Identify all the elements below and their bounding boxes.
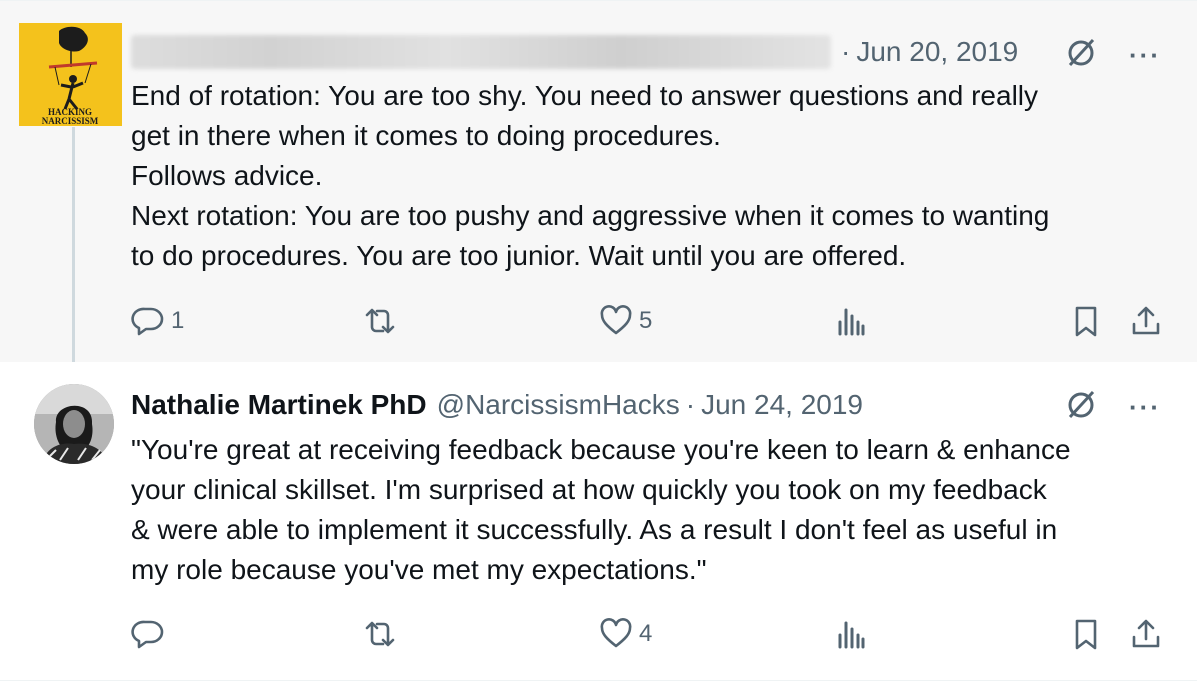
- hacking-narcissism-logo-icon: HACKING NARCISSISM: [19, 23, 122, 126]
- heart-icon: [600, 305, 632, 335]
- more-options-icon[interactable]: ···: [1129, 40, 1161, 71]
- blurred-author-name: [131, 35, 831, 69]
- thread-connector-line: [72, 127, 75, 363]
- tweet-text-line: End of rotation: You are too shy. You ne…: [131, 80, 1039, 111]
- avatar[interactable]: HACKING NARCISSISM: [19, 23, 122, 126]
- reply-tweet[interactable]: Nathalie Martinek PhD @NarcissismHacks ·…: [0, 362, 1197, 681]
- share-button[interactable]: [1129, 303, 1163, 339]
- tweet-text-line: Next rotation: You are too pushy and agg…: [131, 200, 1050, 231]
- parent-tweet[interactable]: HACKING NARCISSISM · Jun 20, 2019 ··· En…: [0, 0, 1197, 363]
- tweet-date[interactable]: Jun 24, 2019: [701, 389, 863, 421]
- reply-icon: [131, 620, 164, 649]
- action-bar: 4: [131, 616, 1166, 652]
- separator-dot: ·: [685, 389, 696, 420]
- analytics-icon: [838, 621, 865, 649]
- svg-text:NARCISSISM: NARCISSISM: [42, 116, 99, 126]
- tweet-text-line: my role because you've met my expectatio…: [131, 554, 707, 585]
- more-options-icon[interactable]: ···: [1129, 392, 1161, 423]
- bookmark-button[interactable]: [1069, 303, 1103, 339]
- share-icon: [1132, 306, 1160, 335]
- views-button[interactable]: [834, 616, 874, 652]
- tweet-header: · Jun 20, 2019: [131, 34, 1018, 70]
- tweet-text-line: & were able to implement it successfully…: [131, 514, 1058, 545]
- retweet-icon: [365, 308, 395, 334]
- like-button[interactable]: 4: [599, 616, 652, 652]
- like-count: 4: [639, 620, 653, 647]
- profile-photo-icon: [34, 384, 114, 464]
- grok-icon[interactable]: [1063, 35, 1099, 76]
- avatar[interactable]: [34, 384, 114, 464]
- grok-icon[interactable]: [1063, 387, 1099, 428]
- share-icon: [1132, 619, 1160, 648]
- bookmark-icon: [1075, 619, 1097, 650]
- tweet-text-line: Follows advice.: [131, 160, 323, 191]
- separator-dot: ·: [841, 36, 851, 67]
- tweet-text: "You're great at receiving feedback beca…: [131, 430, 1171, 590]
- tweet-text-line: "You're great at receiving feedback beca…: [131, 434, 1071, 465]
- retweet-button[interactable]: [363, 303, 403, 339]
- analytics-icon: [838, 308, 865, 336]
- tweet-text-line: get in there when it comes to doing proc…: [131, 120, 721, 151]
- tweet-text-line: your clinical skillset. I'm surprised at…: [131, 474, 1047, 505]
- like-button[interactable]: 5: [599, 303, 652, 339]
- like-count: 5: [639, 307, 653, 334]
- tweet-text-line: to do procedures. You are too junior. Wa…: [131, 240, 907, 271]
- tweet-header-actions: ···: [1063, 35, 1161, 76]
- views-button[interactable]: [834, 303, 874, 339]
- tweet-header-actions: ···: [1063, 387, 1161, 428]
- tweet-date[interactable]: Jun 20, 2019: [856, 36, 1018, 68]
- author-name[interactable]: Nathalie Martinek PhD: [131, 389, 427, 421]
- tweet-header: Nathalie Martinek PhD @NarcissismHacks ·…: [131, 387, 863, 423]
- reply-button[interactable]: [131, 616, 171, 652]
- heart-icon: [600, 618, 632, 648]
- share-button[interactable]: [1129, 616, 1163, 652]
- bookmark-icon: [1075, 306, 1097, 337]
- action-bar: 1 5: [131, 303, 1166, 339]
- tweet-text: End of rotation: You are too shy. You ne…: [131, 76, 1171, 276]
- retweet-icon: [365, 621, 395, 647]
- retweet-button[interactable]: [363, 616, 403, 652]
- reply-button[interactable]: 1: [131, 303, 184, 339]
- reply-icon: [131, 307, 164, 336]
- bookmark-button[interactable]: [1069, 616, 1103, 652]
- reply-count: 1: [171, 307, 185, 334]
- author-handle[interactable]: @NarcissismHacks: [437, 389, 680, 421]
